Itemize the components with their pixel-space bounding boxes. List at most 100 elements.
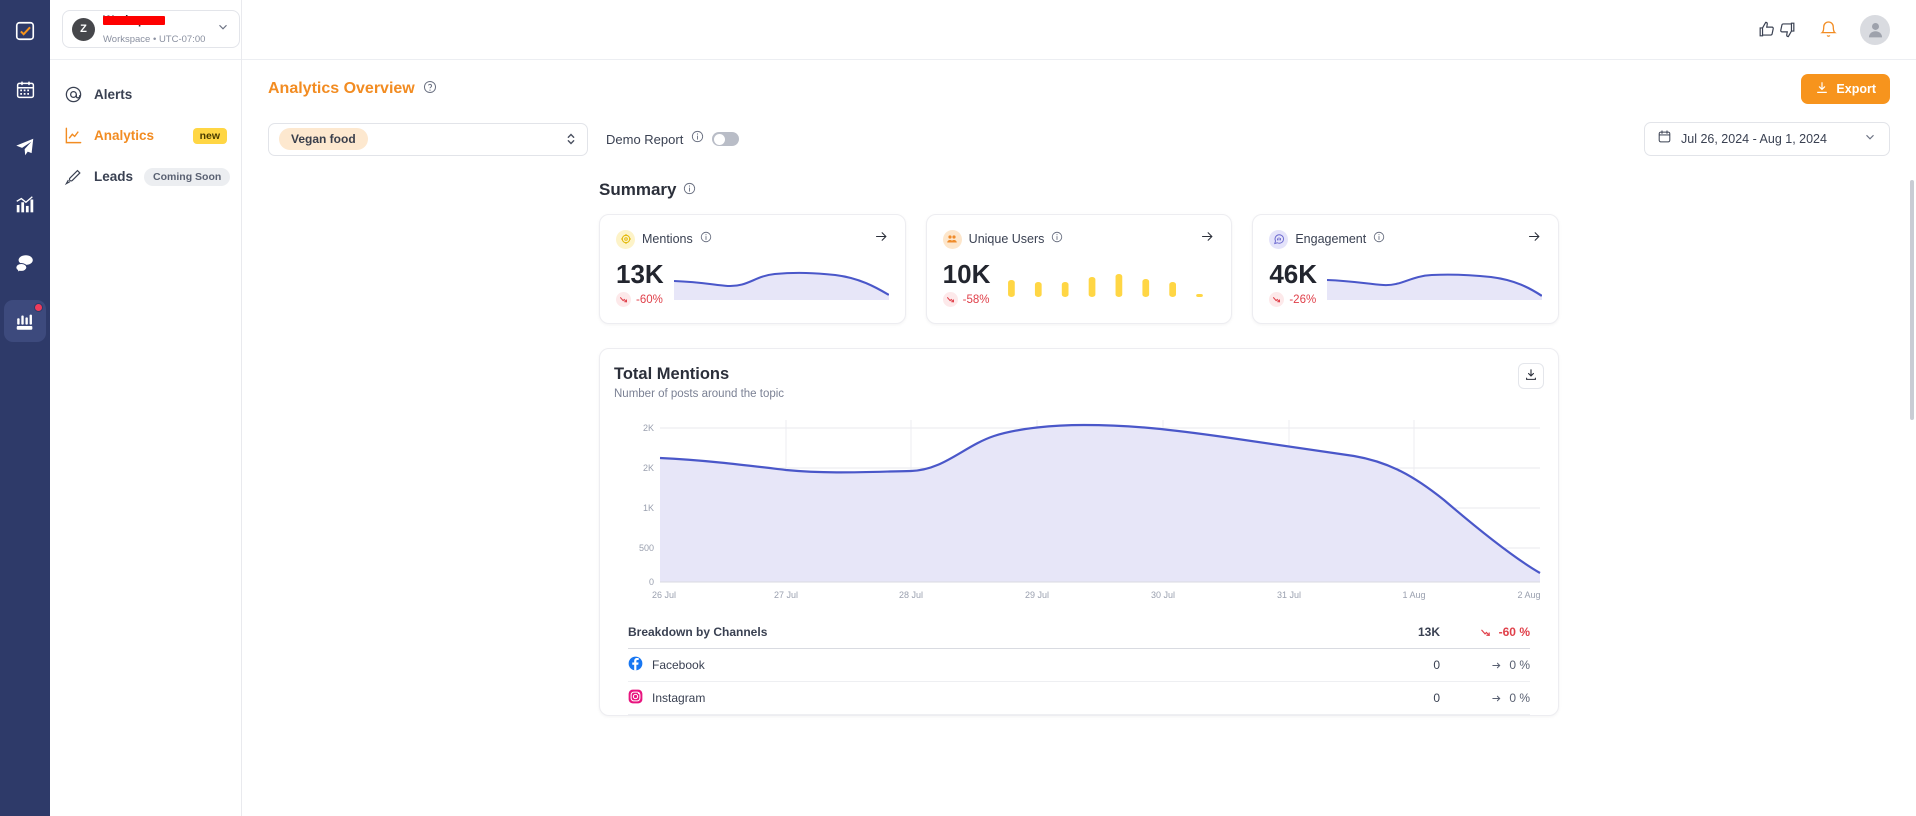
card-header: Mentions — [616, 229, 889, 249]
at-sign-icon — [64, 85, 83, 104]
rail-item-reports[interactable] — [4, 184, 46, 226]
question-circle-icon[interactable] — [423, 80, 437, 99]
card-delta: -60% — [616, 292, 664, 307]
info-circle-icon[interactable] — [683, 180, 696, 200]
xtick-label: 31 Jul — [1277, 590, 1301, 600]
feedback-thumbs-buttons[interactable] — [1757, 20, 1797, 39]
notification-dot-badge — [34, 303, 43, 312]
card-body: 13K -60% — [616, 259, 889, 307]
trend-down-icon — [616, 292, 631, 307]
user-avatar[interactable] — [1860, 14, 1890, 45]
sidebar-item-analytics[interactable]: Analytics new — [50, 115, 241, 156]
export-button[interactable]: Export — [1801, 74, 1890, 104]
ytick-label: 0 — [649, 577, 654, 587]
card-delta: -26% — [1269, 292, 1317, 307]
ytick-label: 2K — [643, 423, 654, 433]
workspace-subtitle: Workspace • UTC-07:00 — [103, 34, 206, 45]
mentions-sparkline — [673, 271, 889, 300]
workspace-avatar: Z — [72, 17, 95, 41]
filters-row: Vegan food Demo Report Jul 26, 2024 - Au… — [242, 114, 1916, 156]
demo-report-toggle[interactable] — [712, 132, 740, 146]
page-header: Analytics Overview Export — [242, 60, 1916, 114]
sidebar-item-label: Leads — [94, 169, 134, 184]
engagement-sparkline — [1327, 273, 1543, 300]
chart-download-button[interactable] — [1518, 363, 1544, 389]
rail-item-inbox[interactable] — [4, 242, 46, 284]
xtick-label: 26 Jul — [652, 590, 676, 600]
breakdown-total-value: 13K — [1417, 625, 1440, 639]
notifications-bell-button[interactable] — [1819, 20, 1838, 39]
redaction-bar — [103, 16, 165, 25]
table-row[interactable]: Facebook 0 0 % — [628, 649, 1530, 682]
ytick-label: 2K — [643, 463, 654, 473]
instagram-icon — [628, 689, 643, 707]
arrow-right-icon[interactable] — [874, 229, 889, 249]
sidebar-nav: Alerts Analytics new Leads Coming Soon — [50, 60, 241, 197]
thumbs-down-icon — [1780, 22, 1795, 38]
info-circle-icon[interactable] — [691, 130, 704, 148]
calendar-icon — [15, 79, 36, 100]
download-icon — [1524, 368, 1538, 385]
engagement-chat-icon — [1269, 229, 1289, 249]
channel-change-text: 0 % — [1509, 691, 1530, 705]
card-header: Unique Users — [942, 229, 1216, 249]
badge-new: new — [192, 127, 227, 144]
summary-card-mentions[interactable]: Mentions 13K -60% — [599, 214, 906, 324]
rail-item-compose[interactable] — [4, 10, 46, 52]
vertical-scrollbar[interactable] — [1910, 180, 1914, 420]
channel-value: 0 — [1433, 691, 1440, 705]
info-circle-icon[interactable] — [700, 230, 712, 248]
rail-item-analytics-beta[interactable] — [4, 300, 46, 342]
analytics-canvas: Summary Mentions 13K -60% Unique Users 1… — [599, 156, 1560, 716]
line-chart-icon — [64, 126, 83, 145]
chevron-down-icon[interactable] — [216, 20, 230, 39]
card-delta-text: -58% — [962, 293, 990, 306]
secondary-sidebar: Alerts Analytics new Leads Coming Soon — [50, 0, 242, 816]
workspace-switcher[interactable]: Z Workspace Workspace • UTC-07:00 — [62, 10, 240, 48]
channel-label: Instagram — [652, 691, 706, 705]
ytick-label: 1K — [643, 503, 654, 513]
breakdown-change-text: -60 % — [1498, 625, 1530, 639]
thumbs-up-icon — [1759, 21, 1774, 37]
total-mentions-chart: 2K 2K 1K 500 0 26 Jul 27 Jul 28 Jul 29 J… — [639, 420, 1541, 600]
arrow-right-icon[interactable] — [1527, 229, 1542, 249]
workspace-name: Workspace — [103, 15, 165, 27]
info-circle-icon[interactable] — [1373, 230, 1385, 248]
summary-card-unique-users[interactable]: Unique Users 10K -58% — [925, 214, 1233, 324]
table-row[interactable]: Instagram 0 0 % — [628, 682, 1530, 715]
chart-plot-area: 2K 2K 1K 500 0 26 Jul 27 Jul 28 Jul 29 J… — [614, 410, 1544, 610]
rail-item-publish[interactable] — [4, 126, 46, 168]
demo-report-control: Demo Report — [606, 130, 740, 148]
card-value: 46K — [1269, 259, 1318, 289]
arrow-right-icon[interactable] — [1200, 229, 1215, 249]
card-metric: 46K -26% — [1269, 259, 1317, 307]
arrow-flat-icon — [1488, 657, 1504, 673]
channel-change: 0 % — [1440, 657, 1530, 673]
card-body: 10K -58% — [942, 259, 1216, 307]
xtick-label: 2 Aug — [1517, 590, 1540, 600]
channel-label: Facebook — [652, 658, 705, 672]
summary-card-engagement[interactable]: Engagement 46K -26% — [1252, 214, 1560, 324]
card-header: Engagement — [1269, 229, 1542, 249]
info-circle-icon[interactable] — [1051, 230, 1063, 248]
breakdown-header-row: Breakdown by Channels 13K -60 % — [628, 616, 1530, 649]
primary-icon-rail — [0, 0, 50, 816]
rail-item-calendar[interactable] — [4, 68, 46, 110]
toggle-knob — [713, 133, 725, 145]
top-bar — [242, 0, 1916, 60]
card-title: Mentions — [642, 232, 693, 246]
sidebar-item-leads[interactable]: Leads Coming Soon — [50, 156, 241, 197]
breakdown-title: Breakdown by Channels — [628, 625, 768, 639]
xtick-label: 27 Jul — [774, 590, 798, 600]
page-title-text: Analytics Overview — [268, 80, 415, 97]
topic-select[interactable]: Vegan food — [268, 122, 588, 156]
magnet-icon — [64, 167, 83, 186]
date-range-picker[interactable]: Jul 26, 2024 - Aug 1, 2024 — [1644, 122, 1890, 156]
sidebar-item-alerts[interactable]: Alerts — [50, 74, 241, 115]
card-delta-text: -26% — [1289, 293, 1317, 306]
xtick-label: 29 Jul — [1025, 590, 1049, 600]
compose-icon — [14, 20, 36, 42]
bell-icon — [1820, 21, 1837, 37]
xtick-label: 1 Aug — [1402, 590, 1425, 600]
export-button-label: Export — [1836, 82, 1876, 96]
